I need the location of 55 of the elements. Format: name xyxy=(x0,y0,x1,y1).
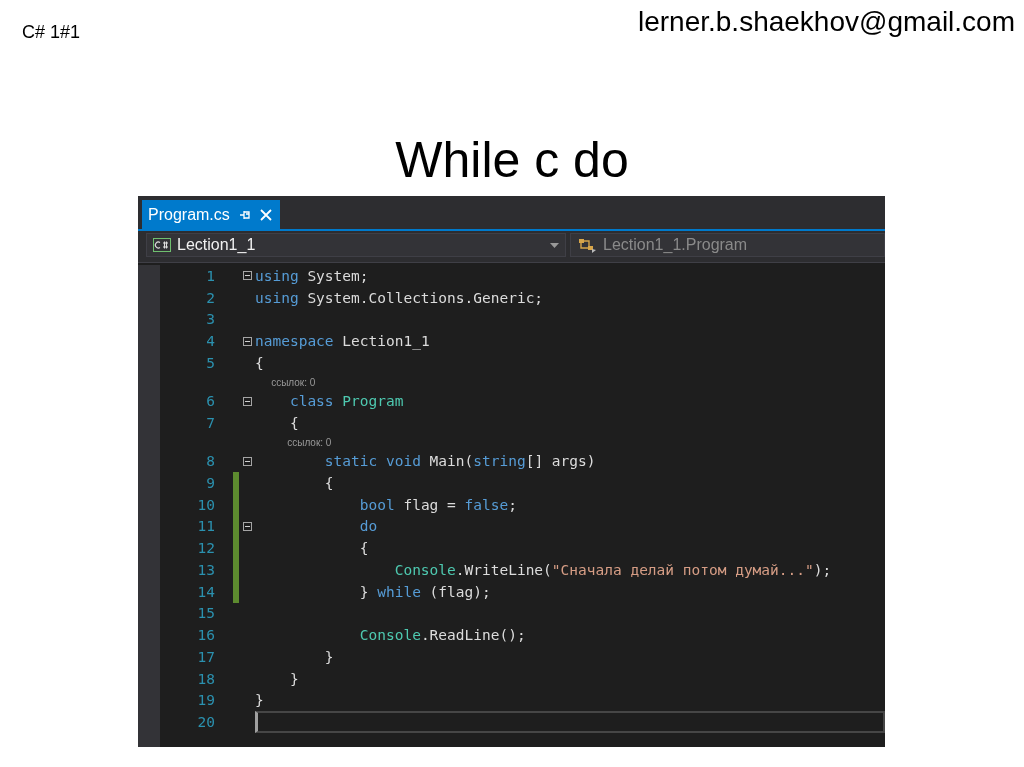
line-number: 3 xyxy=(205,311,216,328)
line-number: 10 xyxy=(196,496,216,513)
line-number: 17 xyxy=(196,648,216,665)
line-number: 16 xyxy=(196,627,216,644)
line-number: 7 xyxy=(205,414,216,431)
code-line: using System.Collections.Generic; xyxy=(255,289,544,306)
code-line: do xyxy=(358,518,378,535)
collapse-icon[interactable] xyxy=(243,336,252,346)
code-line: } while (flag); xyxy=(358,583,491,600)
line-number: 5 xyxy=(205,354,216,371)
line-number: 1 xyxy=(205,267,216,284)
line-number: 9 xyxy=(205,474,216,491)
code-line: Console.WriteLine("Сначала делай потом думай..."); xyxy=(393,561,832,578)
member-dropdown[interactable]: Lection1_1.Program xyxy=(570,233,885,257)
code-line: { xyxy=(323,474,334,491)
close-icon[interactable] xyxy=(259,208,272,221)
collapse-icon[interactable] xyxy=(243,271,252,281)
line-number: 13 xyxy=(196,561,216,578)
caret-icon xyxy=(550,242,559,248)
collapse-icon[interactable] xyxy=(243,396,252,406)
code-line: } xyxy=(288,670,299,687)
line-number: 6 xyxy=(205,393,216,410)
class-icon xyxy=(577,237,597,253)
collapse-icon[interactable] xyxy=(243,456,252,466)
line-number: 2 xyxy=(205,289,216,306)
line-number: 11 xyxy=(196,518,216,535)
code-line: { xyxy=(358,540,369,557)
reference-count[interactable]: ссылок: 0 xyxy=(287,436,332,448)
file-tab[interactable]: Program.cs xyxy=(142,200,280,229)
code-line: static void Main(string[] args) xyxy=(323,453,596,470)
author-email: lerner.b.shaekhov@gmail.com xyxy=(637,6,1015,38)
reference-count[interactable]: ссылок: 0 xyxy=(271,376,316,388)
code-line: { xyxy=(255,354,264,371)
line-number: 12 xyxy=(196,540,216,557)
line-number: 8 xyxy=(205,453,216,470)
line-number: 18 xyxy=(196,670,216,687)
line-number: 20 xyxy=(196,714,216,731)
line-number: 19 xyxy=(196,692,216,709)
line-number: 4 xyxy=(205,333,216,350)
code-line: class Program xyxy=(288,393,404,410)
line-number: 15 xyxy=(196,605,216,622)
code-line: bool flag = false; xyxy=(358,496,517,513)
course-label: C# 1#1 xyxy=(22,22,81,43)
collapse-icon[interactable] xyxy=(243,521,252,531)
project-dropdown[interactable]: Lection1_1 xyxy=(146,233,566,257)
code-line: } xyxy=(323,648,334,665)
code-line: namespace Lection1_1 xyxy=(255,333,430,350)
code-line: } xyxy=(255,692,264,709)
code-line: { xyxy=(288,414,299,431)
pin-icon[interactable] xyxy=(238,208,251,221)
csharp-file-icon xyxy=(153,238,171,252)
code-line: Console.ReadLine(); xyxy=(358,627,526,644)
line-number: 14 xyxy=(196,583,216,600)
code-line: using System; xyxy=(255,267,369,284)
slide-title: While c do xyxy=(395,131,629,190)
